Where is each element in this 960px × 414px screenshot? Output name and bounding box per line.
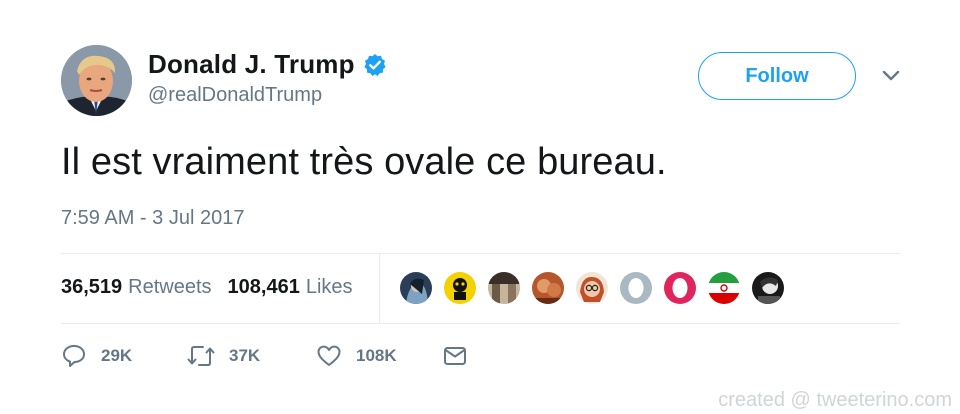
display-name[interactable]: Donald J. Trump: [148, 49, 355, 80]
heart-icon: [317, 345, 341, 366]
name-row: Donald J. Trump: [148, 49, 387, 80]
liker-avatar[interactable]: [662, 270, 698, 306]
retweets-count: 36,519: [61, 276, 123, 298]
likes-label: Likes: [305, 276, 353, 298]
divider: [61, 253, 900, 254]
likes-stat[interactable]: 108,461 Likes: [228, 276, 353, 299]
like-count: 108K: [356, 346, 397, 365]
retweet-count: 37K: [229, 346, 261, 365]
follow-button[interactable]: Follow: [698, 52, 856, 100]
tweet-card: Donald J. Trump @realDonaldTrump Follow …: [0, 0, 960, 414]
profile-avatar[interactable]: [61, 45, 132, 116]
retweets-stat[interactable]: 36,519 Retweets: [61, 276, 212, 299]
user-handle[interactable]: @realDonaldTrump: [148, 84, 322, 107]
envelope-icon: [444, 347, 466, 365]
tweet-stats: 36,519 Retweets 108,461 Likes: [61, 276, 353, 299]
watermark: created @ tweeterino.com: [718, 389, 952, 411]
like-button[interactable]: 108K: [316, 342, 397, 370]
retweet-button[interactable]: 37K: [187, 342, 260, 370]
avatar-image: [61, 45, 132, 116]
retweet-icon: [187, 346, 215, 366]
stats-divider: [379, 254, 380, 323]
liker-avatar[interactable]: [706, 270, 742, 306]
liker-avatar[interactable]: [750, 270, 786, 306]
reply-count: 29K: [101, 346, 133, 365]
verified-badge-icon: [363, 53, 387, 77]
likes-count: 108,461: [227, 276, 300, 298]
liker-avatar[interactable]: [486, 270, 522, 306]
liker-avatar[interactable]: [574, 270, 610, 306]
reply-button[interactable]: 29K: [61, 342, 132, 370]
tweet-timestamp[interactable]: 7:59 AM - 3 Jul 2017: [61, 207, 244, 230]
chevron-down-icon[interactable]: [880, 68, 902, 84]
retweets-label: Retweets: [128, 276, 212, 298]
divider: [61, 323, 900, 324]
reply-icon: [63, 345, 85, 367]
likers-avatars: [398, 270, 794, 306]
liker-avatar[interactable]: [442, 270, 478, 306]
liker-avatar[interactable]: [530, 270, 566, 306]
message-button[interactable]: [442, 342, 468, 370]
tweet-text: Il est vraiment très ovale ce bureau.: [61, 141, 667, 183]
liker-avatar[interactable]: [398, 270, 434, 306]
liker-avatar[interactable]: [618, 270, 654, 306]
